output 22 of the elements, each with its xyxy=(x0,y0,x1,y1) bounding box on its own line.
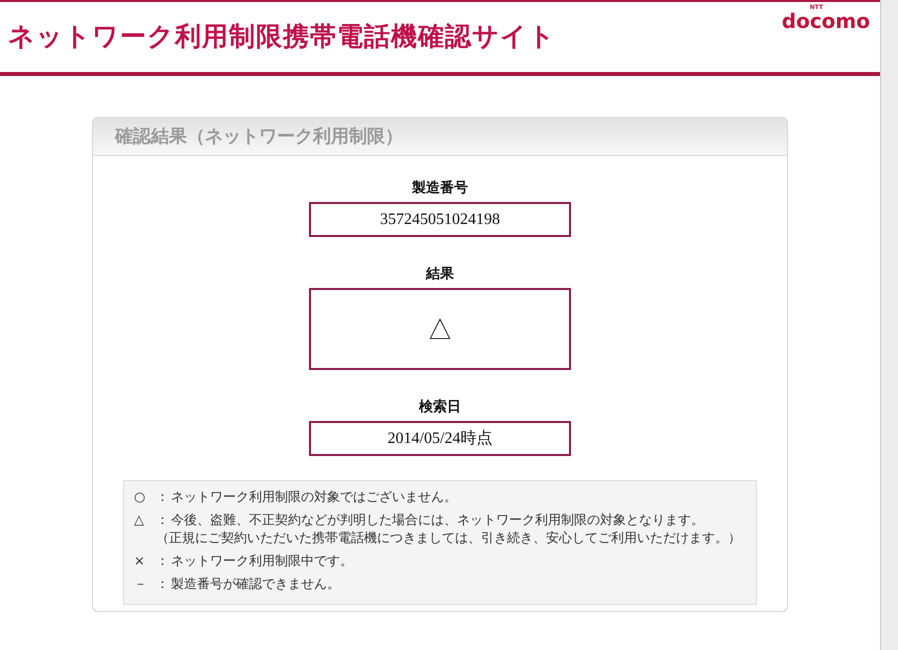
brand-logo[interactable]: docomo xyxy=(782,11,870,31)
value-display: 357245051024198 xyxy=(309,202,571,237)
field-label: 製造番号 xyxy=(412,179,468,197)
legend-symbol: － xyxy=(134,576,148,594)
legend-text: 今後、盗難、不正契約などが判明した場合には、ネットワーク利用制限の対象となります。 xyxy=(171,512,705,530)
legend-symbol: △ xyxy=(134,512,145,530)
field-label: 結果 xyxy=(426,265,454,283)
legend-separator: ： xyxy=(156,553,170,571)
panel-header: 確認結果（ネットワーク利用制限） xyxy=(93,118,787,156)
legend-text: ネットワーク利用制限中です。 xyxy=(171,553,354,571)
result-display: △ xyxy=(309,288,571,370)
legend-note: （正規にご契約いただいた携帯電話機につきましては、引き続き、安心してご利用いただけます。） xyxy=(156,530,742,548)
legend-symbol: × xyxy=(134,553,146,571)
site-title: ネットワーク利用制限携帯電話機確認サイト xyxy=(8,22,556,52)
legend-text: ネットワーク利用制限の対象ではございません。 xyxy=(171,489,458,507)
legend-separator: ： xyxy=(156,576,170,594)
legend-separator: ： xyxy=(156,489,170,507)
legend-separator: ： xyxy=(156,512,170,530)
legend-text: 製造番号が確認できません。 xyxy=(171,576,341,594)
legend-symbol: ○ xyxy=(134,489,146,507)
value-display: 2014/05/24時点 xyxy=(309,421,571,456)
field-label: 検索日 xyxy=(419,398,461,416)
